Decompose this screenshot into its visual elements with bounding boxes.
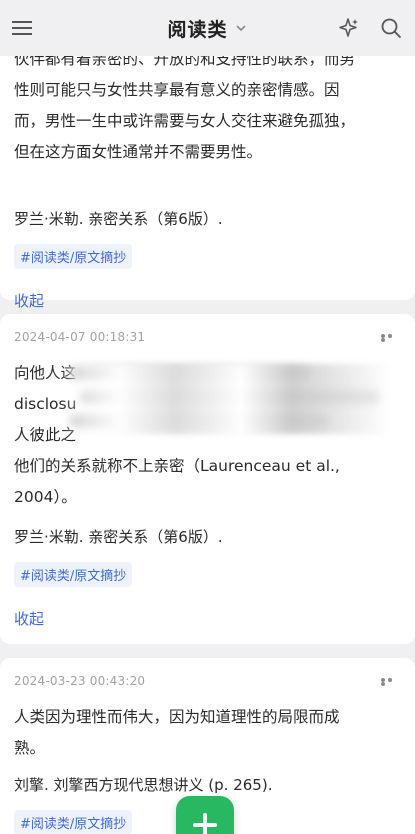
collapse-link[interactable]: 收起 (14, 608, 44, 629)
collapse-link[interactable]: 收起 (14, 290, 44, 311)
top-bar: 阅读类 (0, 0, 415, 56)
search-icon[interactable] (377, 14, 405, 42)
note-card[interactable]: 伙伴都有着亲密的、开放的和支持性的联系，而男 性则可能只与女性共享最有意义的亲密… (0, 26, 415, 310)
note-line: 而，男性一生中或许需要与女人交往来避免孤独， (14, 112, 356, 130)
note-tag[interactable]: #阅读类/原文摘抄 (14, 244, 133, 269)
app-screen: 阅读类 伙伴都有着亲密的、开放的和支持性的联系，而男 性则可能只与女性共享最有意… (0, 0, 415, 834)
note-line: 熟。 (14, 739, 46, 757)
add-note-button[interactable] (176, 796, 234, 834)
chevron-down-icon (235, 25, 246, 32)
note-text: 人类因为理性而伟大，因为知道理性的局限而成 熟。 (14, 702, 401, 764)
notes-feed[interactable]: 伙伴都有着亲密的、开放的和支持性的联系，而男 性则可能只与女性共享最有意义的亲密… (0, 26, 415, 834)
note-line: 他们的关系就称不上亲密（Laurenceau et al., (14, 457, 340, 475)
hamburger-menu-icon[interactable] (8, 14, 36, 42)
page-title: 阅读类 (167, 18, 228, 41)
note-line: 但在这方面女性通常并不需要男性。 (14, 143, 263, 161)
note-line: 人类因为理性而伟大，因为知道理性的局限而成 (14, 708, 340, 726)
more-dots-icon[interactable] (381, 334, 401, 342)
note-card[interactable]: 2024-04-07 00:18:31 向他人这 disclosu 人彼此之 他… (0, 314, 415, 644)
note-text: 伙伴都有着亲密的、开放的和支持性的联系，而男 性则可能只与女性共享最有意义的亲密… (14, 44, 401, 168)
note-timestamp: 2024-04-07 00:18:31 (14, 330, 146, 344)
note-line: 性则可能只与女性共享最有意义的亲密情感。因 (14, 81, 340, 99)
note-line: 2004）。 (14, 488, 77, 506)
note-source: 罗兰·米勒. 亲密关系（第6版）. (14, 210, 223, 228)
redacted-blur-overlay (60, 364, 390, 434)
sparkle-icon[interactable] (335, 14, 363, 42)
note-source: 刘擎. 刘擎西方现代思想讲义 (p. 265). (14, 776, 273, 794)
note-source: 罗兰·米勒. 亲密关系（第6版）. (14, 528, 223, 546)
more-dots-icon[interactable] (381, 678, 401, 686)
note-tag[interactable]: #阅读类/原文摘抄 (14, 810, 133, 834)
category-selector[interactable]: 阅读类 (167, 15, 247, 42)
note-timestamp: 2024-03-23 00:43:20 (14, 674, 146, 688)
note-tag[interactable]: #阅读类/原文摘抄 (14, 562, 133, 587)
